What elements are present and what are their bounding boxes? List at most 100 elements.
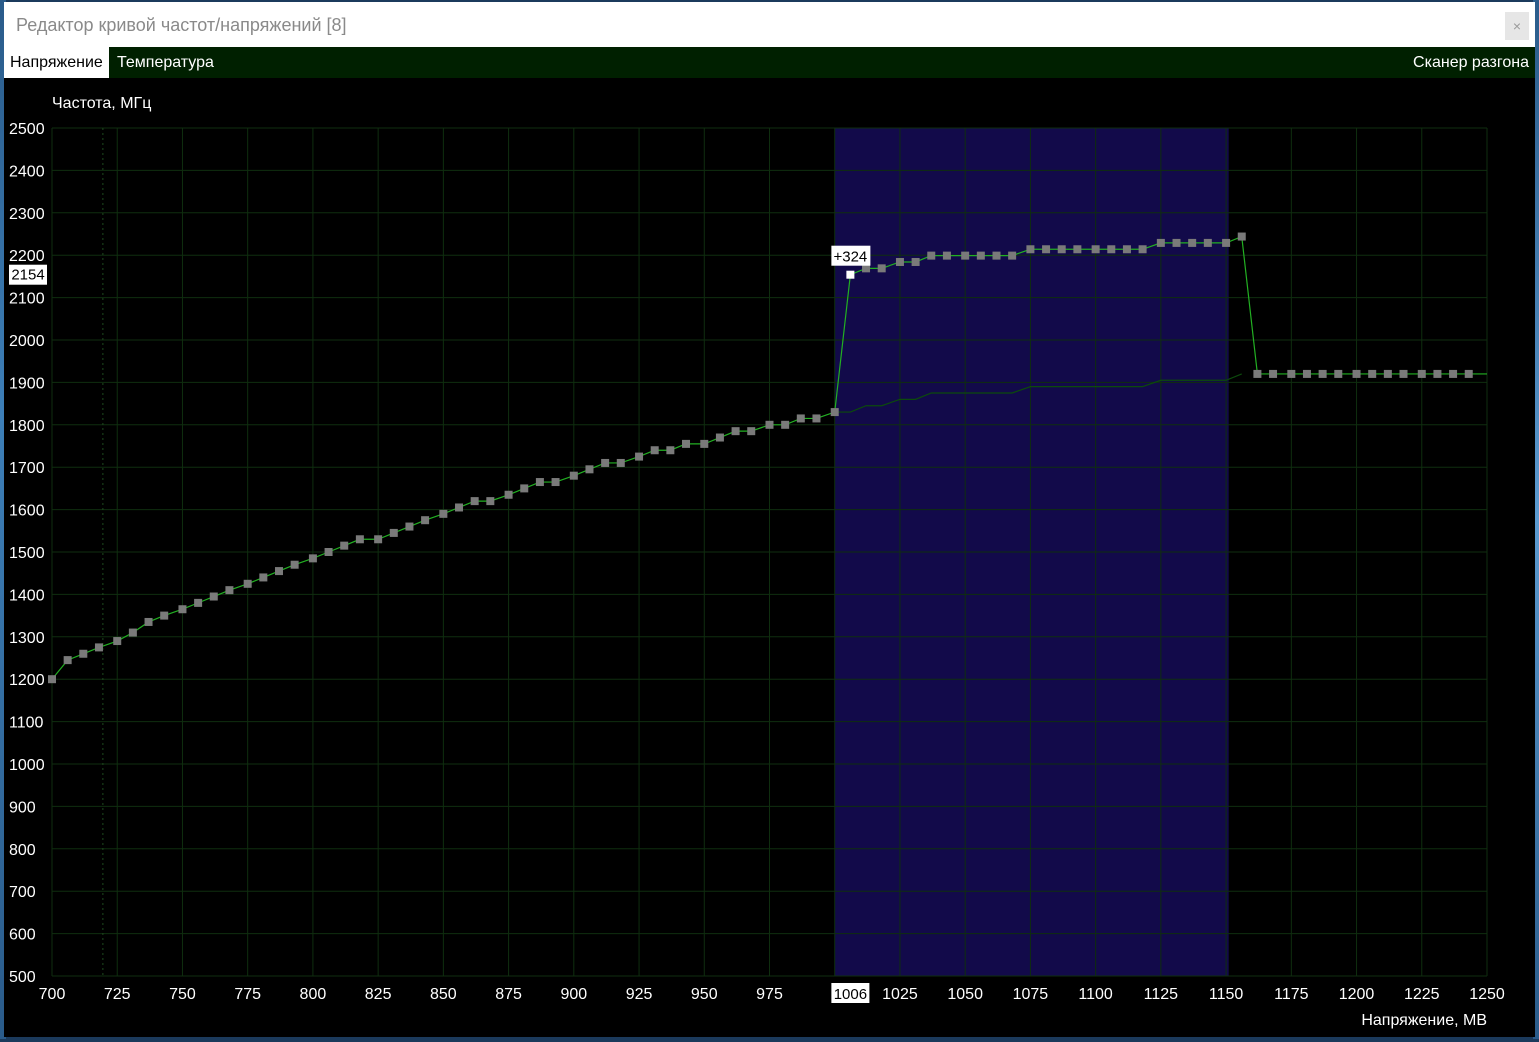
curve-point[interactable] [160,611,169,620]
curve-point[interactable] [1433,369,1442,378]
curve-point[interactable] [113,637,122,646]
curve-point[interactable] [389,528,398,537]
curve-point[interactable] [812,414,821,423]
curve-point[interactable] [1302,369,1311,378]
curve-point[interactable] [830,408,839,417]
vf-curve-svg[interactable]: 700 725 750 775 800 825 850 875 900 925 950 975 1025… [4,78,1535,1037]
curve-point[interactable] [942,251,951,260]
curve-point[interactable] [895,257,904,266]
curve-point[interactable] [439,509,448,518]
curve-point[interactable] [1008,251,1017,260]
curve-point[interactable] [1057,245,1066,254]
curve-point[interactable] [877,264,886,273]
curve-point[interactable] [747,427,756,436]
window-title: Редактор кривой частот/напряжений [8] [16,15,347,35]
oc-scanner-button[interactable]: Сканер разгона [1407,47,1535,78]
curve-point[interactable] [355,535,364,544]
curve-point[interactable] [1156,238,1165,247]
curve-point[interactable] [340,541,349,550]
curve-point[interactable] [1383,369,1392,378]
x-tick-label: 1025 [882,986,918,1003]
curve-point[interactable] [243,579,252,588]
curve-point[interactable] [616,458,625,467]
curve-point[interactable] [520,484,529,493]
tab-temperature[interactable]: Температура [111,47,220,78]
curve-point[interactable] [700,439,709,448]
curve-point[interactable] [781,420,790,429]
curve-point[interactable] [601,458,610,467]
curve-point[interactable] [1287,369,1296,378]
curve-point[interactable] [1352,369,1361,378]
curve-point[interactable] [635,452,644,461]
curve-point[interactable] [1073,245,1082,254]
curve-point[interactable] [911,257,920,266]
curve-point[interactable] [1417,369,1426,378]
curve-point[interactable] [374,535,383,544]
curve-point[interactable] [405,522,414,531]
curve-point[interactable] [569,471,578,480]
curve-point[interactable] [455,503,464,512]
curve-point[interactable] [194,598,203,607]
tab-voltage[interactable]: Напряжение [4,47,109,78]
curve-point[interactable] [1107,245,1116,254]
title-bar[interactable]: Редактор кривой частот/напряжений [8] × [4,2,1535,47]
curve-point[interactable] [650,446,659,455]
curve-point[interactable] [504,490,513,499]
curve-point[interactable] [63,656,72,665]
curve-point[interactable] [259,573,268,582]
curve-point[interactable] [1368,369,1377,378]
curve-point[interactable] [486,497,495,506]
curve-point[interactable] [1237,232,1246,241]
curve-point[interactable] [731,427,740,436]
curve-point[interactable] [1399,369,1408,378]
curve-point[interactable] [225,586,234,595]
curve-point[interactable] [308,554,317,563]
curve-point[interactable] [1318,369,1327,378]
curve-point[interactable] [209,592,218,601]
curve-point[interactable] [1253,369,1262,378]
curve-point[interactable] [585,465,594,474]
y-tick-label: 1600 [9,503,45,520]
curve-point[interactable] [178,605,187,614]
curve-point[interactable] [274,567,283,576]
close-button[interactable]: × [1505,12,1529,40]
curve-point[interactable] [79,649,88,658]
curve-point[interactable] [961,251,970,260]
selected-curve-point[interactable] [846,270,855,279]
curve-point[interactable] [1222,238,1231,247]
curve-point[interactable] [976,251,985,260]
curve-point[interactable] [1122,245,1131,254]
curve-point[interactable] [1188,238,1197,247]
curve-point[interactable] [1464,369,1473,378]
curve-point[interactable] [324,548,333,556]
curve-point[interactable] [421,516,430,525]
curve-point[interactable] [1449,369,1458,378]
curve-point[interactable] [535,478,544,487]
x-tick-label: 975 [756,986,783,1003]
curve-point[interactable] [765,420,774,429]
curve-point[interactable] [1334,369,1343,378]
curve-point[interactable] [48,675,56,684]
curve-point[interactable] [1138,245,1147,254]
y-tick-label: 1500 [9,545,45,562]
curve-point[interactable] [290,560,299,569]
curve-point[interactable] [715,433,724,442]
curve-point[interactable] [1091,245,1100,254]
curve-point[interactable] [1172,238,1181,247]
curve-point[interactable] [1042,245,1051,254]
curve-point[interactable] [796,414,805,423]
curve-point[interactable] [128,628,137,637]
curve-point[interactable] [992,251,1001,260]
curve-point[interactable] [1203,238,1212,247]
curve-point[interactable] [470,497,479,506]
y-tick-label: 1000 [9,757,45,774]
curve-point[interactable] [1026,245,1035,254]
curve-point[interactable] [94,643,103,652]
curve-point[interactable] [144,617,153,626]
curve-point[interactable] [1269,369,1278,378]
curve-point[interactable] [551,478,560,487]
curve-point[interactable] [927,251,936,260]
curve-point[interactable] [682,439,691,448]
vf-curve-chart[interactable]: 700 725 750 775 800 825 850 875 900 925 950 975 1025… [4,78,1535,1037]
curve-point[interactable] [666,446,675,455]
